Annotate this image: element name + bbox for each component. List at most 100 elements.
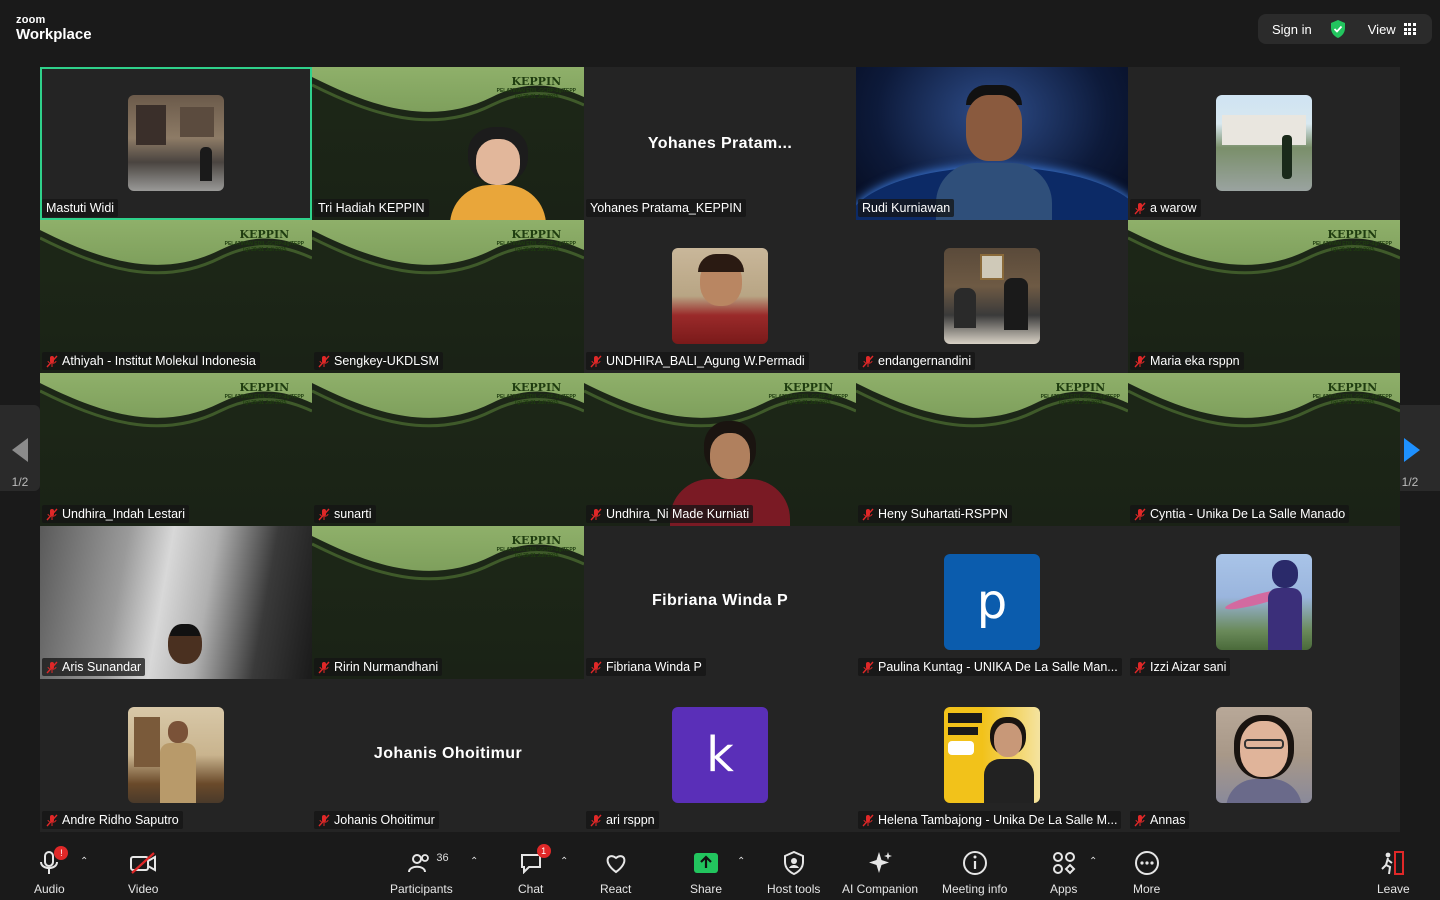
participant-photo xyxy=(128,95,224,191)
participant-tile[interactable]: p Paulina Kuntag - UNIKA De La Salle Man… xyxy=(856,526,1128,679)
mic-muted-icon xyxy=(1134,814,1146,826)
participant-name: Annas xyxy=(1150,813,1186,827)
participants-options-caret[interactable]: ⌃ xyxy=(470,856,478,867)
participant-avatar-letter: p xyxy=(944,554,1040,650)
keppin-banner: KEPPIN PELATIHAN EDIL-GCRP-dgITEPP Tgl 29-… xyxy=(496,381,576,406)
participant-tile[interactable]: KEPPIN PELATIHAN EDIL-GCRP-dgITEPP Tgl 29-… xyxy=(584,373,856,526)
participant-name: Maria eka rsppn xyxy=(1150,354,1240,368)
leave-label: Leave xyxy=(1377,882,1410,896)
mic-muted-icon xyxy=(1134,661,1146,673)
participant-tile[interactable]: Helena Tambajong - Unika De La Salle M..… xyxy=(856,679,1128,832)
participant-name: Fibriana Winda P xyxy=(606,660,702,674)
participant-tile[interactable]: KEPPIN PELATIHAN EDIL-GCRP-dgITEPP Tgl 29-… xyxy=(1128,220,1400,373)
participant-tile[interactable]: KEPPIN PELATIHAN EDIL-GCRP-dgITEPP Tgl 29-… xyxy=(1128,373,1400,526)
host-tools-button[interactable]: Host tools xyxy=(767,848,820,896)
participant-tile[interactable]: KEPPIN PELATIHAN EDIL-GCRP-dgITEPP Tgl 29-… xyxy=(312,526,584,679)
participant-tile[interactable]: a warow xyxy=(1128,67,1400,220)
participant-photo xyxy=(944,248,1040,344)
participant-name-label: Tri Hadiah KEPPIN xyxy=(314,199,429,217)
participant-tile[interactable]: Annas xyxy=(1128,679,1400,832)
grid-view-icon[interactable] xyxy=(1403,23,1416,35)
keppin-banner: KEPPIN PELATIHAN EDIL-GCRP-dgITEPP Tgl 29-… xyxy=(768,381,848,406)
ai-companion-button[interactable]: AI Companion xyxy=(842,848,918,896)
participant-name-label: Mastuti Widi xyxy=(42,199,119,217)
share-options-caret[interactable]: ⌃ xyxy=(737,856,745,867)
participant-tile[interactable]: KEPPIN PELATIHAN EDIL-GCRP-dgITEPP Tgl 29-… xyxy=(312,220,584,373)
keppin-banner: KEPPIN PELATIHAN EDIL-GCRP-dgITEPP Tgl 29-… xyxy=(496,228,576,253)
participant-tile[interactable]: endangernandini xyxy=(856,220,1128,373)
keppin-banner: KEPPIN PELATIHAN EDIL-GCRP-dgITEPP Tgl 29-… xyxy=(1312,228,1392,253)
participant-tile[interactable]: Fibriana Winda P Fibriana Winda P xyxy=(584,526,856,679)
apps-options-caret[interactable]: ⌃ xyxy=(1089,856,1097,867)
participant-name-label: Rudi Kurniawan xyxy=(858,199,955,217)
participant-tile[interactable]: KEPPIN PELATIHAN EDIL-GCRP-dgITEPP Tgl 29-… xyxy=(40,220,312,373)
apps-icon xyxy=(1052,852,1076,875)
participant-photo xyxy=(1216,554,1312,650)
sign-in-button[interactable]: Sign in xyxy=(1272,22,1312,37)
participant-name: Undhira_Ni Made Kurniati xyxy=(606,507,750,521)
host-tools-label: Host tools xyxy=(767,882,821,896)
participant-tile[interactable]: Rudi Kurniawan xyxy=(856,67,1128,220)
shield-icon[interactable] xyxy=(1330,20,1346,38)
page-prev-button[interactable]: 1/2 xyxy=(0,405,40,491)
participant-tile[interactable]: Yohanes Pratam... Yohanes Pratama_KEPPIN xyxy=(584,67,856,220)
participant-tile[interactable]: Mastuti Widi xyxy=(40,67,312,220)
audio-options-caret[interactable]: ⌃ xyxy=(80,856,88,867)
participant-tile[interactable]: UNDHIRA_BALI_Agung W.Permadi xyxy=(584,220,856,373)
participant-name: Aris Sunandar xyxy=(62,660,142,674)
video-button[interactable]: Video xyxy=(128,848,158,896)
audio-label: Audio xyxy=(34,882,65,896)
share-label: Share xyxy=(690,882,723,896)
mic-muted-icon xyxy=(862,661,874,673)
participants-count: 36 xyxy=(436,852,449,864)
participant-tile[interactable]: KEPPIN PELATIHAN EDIL-GCRP-dgITEPP Tgl 29-… xyxy=(312,373,584,526)
participant-name: Izzi Aizar sani xyxy=(1150,660,1227,674)
mic-muted-icon xyxy=(590,355,602,367)
share-button[interactable]: Share xyxy=(690,848,722,896)
participant-name-label: Cyntia - Unika De La Salle Manado xyxy=(1130,505,1350,523)
info-icon xyxy=(962,851,987,875)
mic-muted-icon xyxy=(46,814,58,826)
logo-line2: Workplace xyxy=(16,26,92,43)
view-button[interactable]: View xyxy=(1368,22,1396,37)
participant-display-name: Johanis Ohoitimur xyxy=(373,745,523,762)
mic-muted-icon xyxy=(318,355,330,367)
mic-muted-icon xyxy=(46,508,58,520)
mic-muted-icon xyxy=(318,508,330,520)
leave-door-icon xyxy=(1381,851,1405,875)
apps-button[interactable]: Apps xyxy=(1050,848,1077,896)
participant-tile[interactable]: KEPPIN PELATIHAN EDIL-GCRP-dgITEPP Tgl 29-… xyxy=(856,373,1128,526)
participant-tile[interactable]: Johanis Ohoitimur Johanis Ohoitimur xyxy=(312,679,584,832)
zoom-logo: zoom Workplace xyxy=(16,15,92,43)
participant-tile[interactable]: Izzi Aizar sani xyxy=(1128,526,1400,679)
more-dots-icon xyxy=(1134,851,1159,875)
participant-avatar-letter: k xyxy=(672,707,768,803)
leave-button[interactable]: Leave xyxy=(1377,848,1410,896)
audio-warning-badge: ! xyxy=(54,846,69,860)
keppin-banner: KEPPIN PELATIHAN EDIL-GCRP-dgITEPP Tgl 29-… xyxy=(224,381,304,406)
participant-video xyxy=(450,127,546,220)
participant-name-label: endangernandini xyxy=(858,352,976,370)
meeting-info-button[interactable]: Meeting info xyxy=(942,848,1007,896)
participant-photo xyxy=(672,248,768,344)
participant-name-label: Yohanes Pratama_KEPPIN xyxy=(586,199,746,217)
participants-button[interactable]: 36 Participants xyxy=(390,848,453,896)
participant-tile[interactable]: Andre Ridho Saputro xyxy=(40,679,312,832)
mic-muted-icon xyxy=(862,814,874,826)
audio-button[interactable]: ! Audio xyxy=(34,846,69,896)
mic-muted-icon xyxy=(862,508,874,520)
participant-tile[interactable]: KEPPIN PELATIHAN EDIL-GCRP-dgITEPP Tgl 29-… xyxy=(312,67,584,220)
page-indicator-left: 1/2 xyxy=(11,475,29,489)
mic-muted-icon xyxy=(1134,202,1146,214)
participants-icon xyxy=(408,854,430,873)
video-gallery: Mastuti Widi KEPPIN PELATIHAN EDIL-GCRP-d… xyxy=(40,67,1400,832)
participant-tile[interactable]: KEPPIN PELATIHAN EDIL-GCRP-dgITEPP Tgl 29-… xyxy=(40,373,312,526)
participant-tile[interactable]: Aris Sunandar xyxy=(40,526,312,679)
participant-video xyxy=(160,624,210,679)
react-button[interactable]: React xyxy=(600,848,631,896)
participant-name: endangernandini xyxy=(878,354,972,368)
chat-options-caret[interactable]: ⌃ xyxy=(560,856,568,867)
chat-button[interactable]: 1 Chat xyxy=(518,844,551,896)
more-button[interactable]: More xyxy=(1133,848,1160,896)
participant-tile[interactable]: k ari rsppn xyxy=(584,679,856,832)
